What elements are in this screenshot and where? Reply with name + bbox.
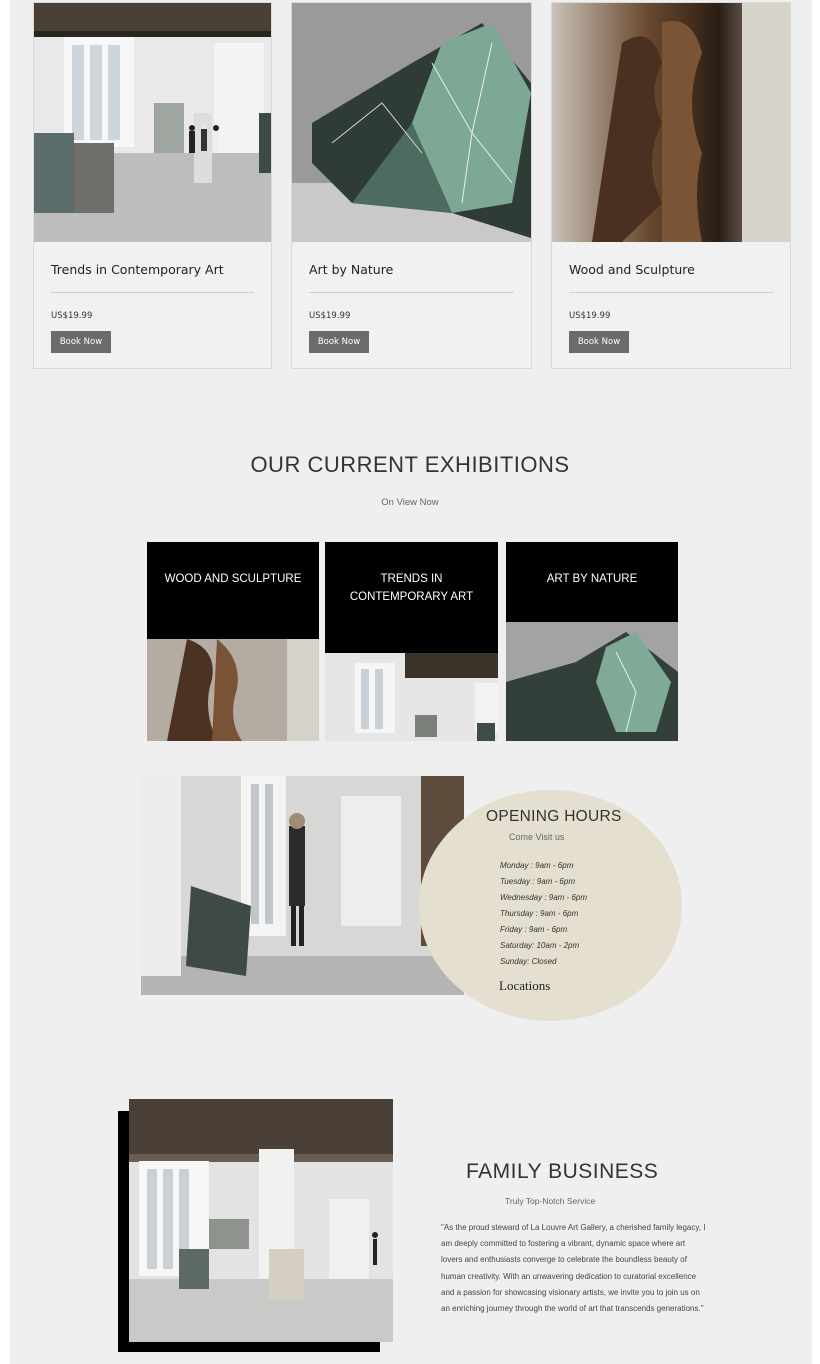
- hours-wednesday: Wednesday : 9am - 6pm: [500, 893, 588, 902]
- family-business-quote: "As the proud steward of La Louvre Art G…: [441, 1223, 706, 1314]
- card-divider: [51, 292, 254, 293]
- hours-tuesday: Tuesday : 9am - 6pm: [500, 877, 575, 886]
- gallery-visitor-photo: [141, 776, 464, 995]
- opening-hours-subtitle: Come Visit us: [509, 832, 565, 842]
- card-divider: [309, 292, 514, 293]
- hours-saturday: Saturday: 10am - 2pm: [500, 941, 580, 950]
- card-title[interactable]: Trends in Contemporary Art: [51, 262, 224, 277]
- book-now-button[interactable]: Book Now: [569, 331, 629, 353]
- exhibition-tile-nature[interactable]: ART BY NATURE: [506, 542, 678, 741]
- hours-friday: Friday : 9am - 6pm: [500, 925, 568, 934]
- card-divider: [569, 292, 773, 293]
- opening-hours-title: OPENING HOURS: [486, 808, 622, 825]
- exhibition-label: TRENDS IN CONTEMPORARY ART: [349, 573, 474, 603]
- family-business-subtitle: Truly Top-Notch Service: [505, 1196, 596, 1206]
- card-price: US$19.99: [309, 311, 351, 321]
- exhibition-tile-wood[interactable]: WOOD AND SCULPTURE: [147, 542, 319, 741]
- card-price: US$19.99: [51, 311, 93, 321]
- card-title[interactable]: Art by Nature: [309, 262, 393, 277]
- exhibition-label: WOOD AND SCULPTURE: [164, 573, 302, 585]
- hours-monday: Monday : 9am - 6pm: [500, 861, 574, 870]
- crystal-rock-thumbnail: [506, 622, 678, 741]
- locations-link[interactable]: Locations: [499, 978, 550, 994]
- exhibitions-subtitle: On View Now: [381, 497, 439, 508]
- wood-sculpture-thumbnail: [147, 639, 319, 741]
- exhibition-tile-trends[interactable]: TRENDS IN CONTEMPORARY ART: [325, 542, 498, 741]
- gallery-interior-thumbnail: [325, 653, 498, 741]
- exhibitions-title: OUR CURRENT EXHIBITIONS: [250, 452, 570, 477]
- card-price: US$19.99: [569, 311, 611, 321]
- wood-sculpture-image[interactable]: [552, 3, 790, 242]
- crystal-rock-image[interactable]: [292, 3, 531, 242]
- hours-thursday: Thursday : 9am - 6pm: [500, 909, 579, 918]
- gallery-hall-photo: [129, 1099, 393, 1342]
- exhibition-label: ART BY NATURE: [546, 573, 638, 585]
- event-card-trends: Trends in Contemporary Art US$19.99 Book…: [33, 2, 272, 369]
- book-now-button[interactable]: Book Now: [51, 331, 111, 353]
- event-card-nature: Art by Nature US$19.99 Book Now: [291, 2, 532, 369]
- gallery-interior-image[interactable]: [34, 3, 271, 242]
- event-card-wood: Wood and Sculpture US$19.99 Book Now: [551, 2, 791, 369]
- hours-sunday: Sunday: Closed: [500, 957, 557, 966]
- book-now-button[interactable]: Book Now: [309, 331, 369, 353]
- family-business-title: FAMILY BUSINESS: [466, 1160, 659, 1183]
- card-title[interactable]: Wood and Sculpture: [569, 262, 695, 277]
